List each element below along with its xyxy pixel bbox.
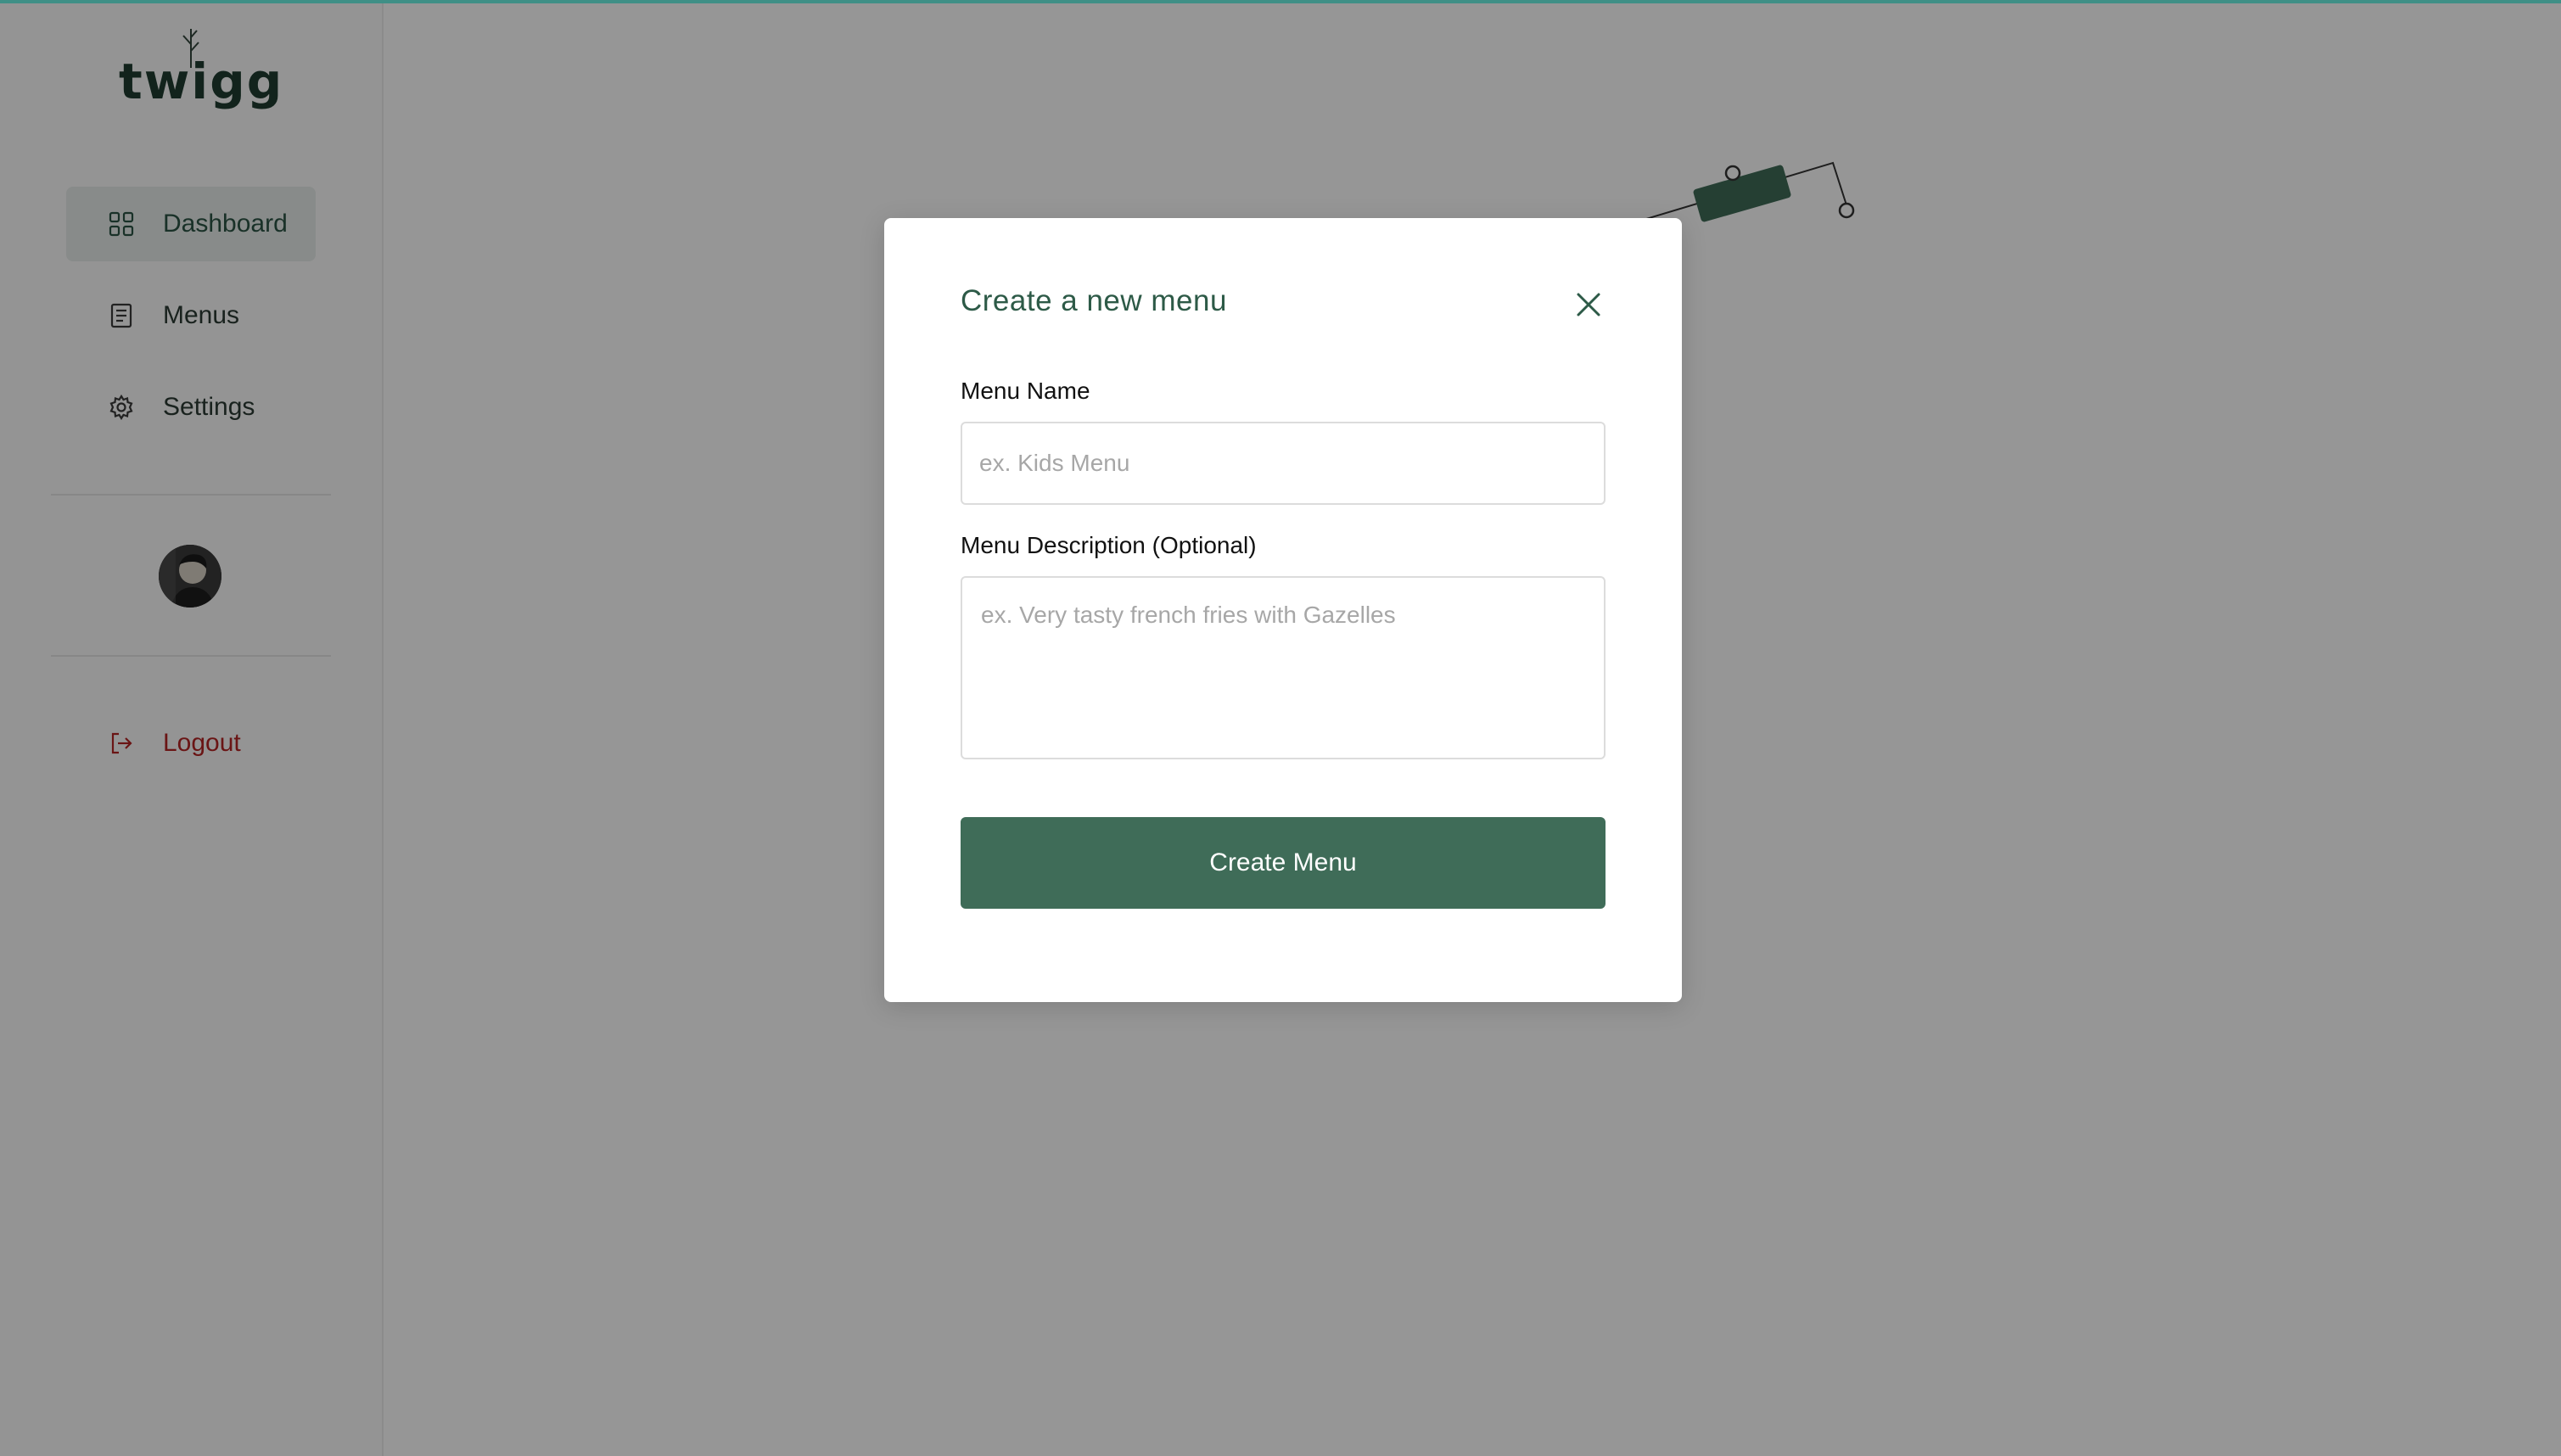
create-menu-modal: Create a new menu Menu Name Menu Descrip…: [884, 218, 1682, 1002]
close-icon: [1577, 293, 1600, 316]
menu-name-input[interactable]: [961, 422, 1606, 505]
top-accent-line: [0, 0, 2561, 3]
menu-description-label: Menu Description (Optional): [961, 532, 1257, 558]
create-menu-button[interactable]: Create Menu: [961, 817, 1606, 909]
close-button[interactable]: [1570, 286, 1607, 323]
menu-description-input[interactable]: [961, 576, 1606, 759]
modal-title: Create a new menu: [961, 284, 1227, 317]
menu-name-label: Menu Name: [961, 378, 1090, 404]
